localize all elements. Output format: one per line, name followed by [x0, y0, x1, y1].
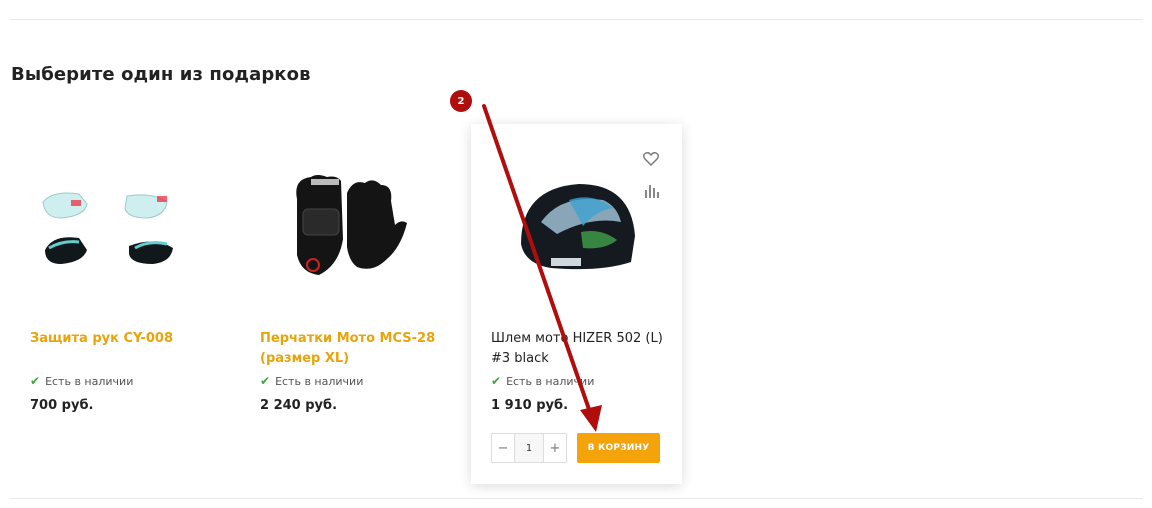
- divider-top: [10, 19, 1143, 20]
- product-card: Защита рук CY-008 ✔ Есть в наличии 700 р…: [10, 124, 221, 484]
- product-card: Перчатки Мото MCS-28 (размер XL) ✔ Есть …: [240, 124, 451, 484]
- stock-status: ✔ Есть в наличии: [30, 374, 133, 388]
- checkmark-icon: ✔: [491, 374, 502, 388]
- checkmark-icon: ✔: [260, 374, 271, 388]
- quantity-input[interactable]: 1: [514, 434, 544, 462]
- product-price: 700 руб.: [30, 398, 94, 413]
- section-title: Выберите один из подарков: [11, 64, 311, 85]
- product-price: 2 240 руб.: [260, 398, 338, 413]
- annotation-step-badge: 2: [450, 90, 472, 112]
- product-card-hovered: Шлем мото HIZER 502 (L) #3 black ✔ Есть …: [471, 124, 682, 484]
- product-image-hand-guards[interactable]: [30, 164, 200, 294]
- stock-status: ✔ Есть в наличии: [260, 374, 363, 388]
- stock-label: Есть в наличии: [45, 374, 134, 388]
- page: Выберите один из подарков Защита рук CY-…: [0, 0, 1152, 508]
- product-image-helmet[interactable]: [491, 164, 661, 294]
- add-to-cart-button[interactable]: В КОРЗИНУ: [577, 433, 660, 463]
- product-name-link[interactable]: Перчатки Мото MCS-28 (размер XL): [260, 329, 445, 369]
- product-name-link[interactable]: Защита рук CY-008: [30, 329, 215, 349]
- stock-status: ✔ Есть в наличии: [491, 374, 594, 388]
- product-image-gloves[interactable]: [260, 164, 430, 294]
- product-name-link[interactable]: Шлем мото HIZER 502 (L) #3 black: [491, 329, 676, 369]
- stock-label: Есть в наличии: [506, 374, 595, 388]
- stock-label: Есть в наличии: [275, 374, 364, 388]
- quantity-increase-button[interactable]: +: [544, 434, 566, 462]
- checkmark-icon: ✔: [30, 374, 41, 388]
- quantity-stepper: − 1 +: [491, 433, 567, 463]
- product-price: 1 910 руб.: [491, 398, 569, 413]
- quantity-decrease-button[interactable]: −: [492, 434, 514, 462]
- divider-bottom: [10, 498, 1143, 499]
